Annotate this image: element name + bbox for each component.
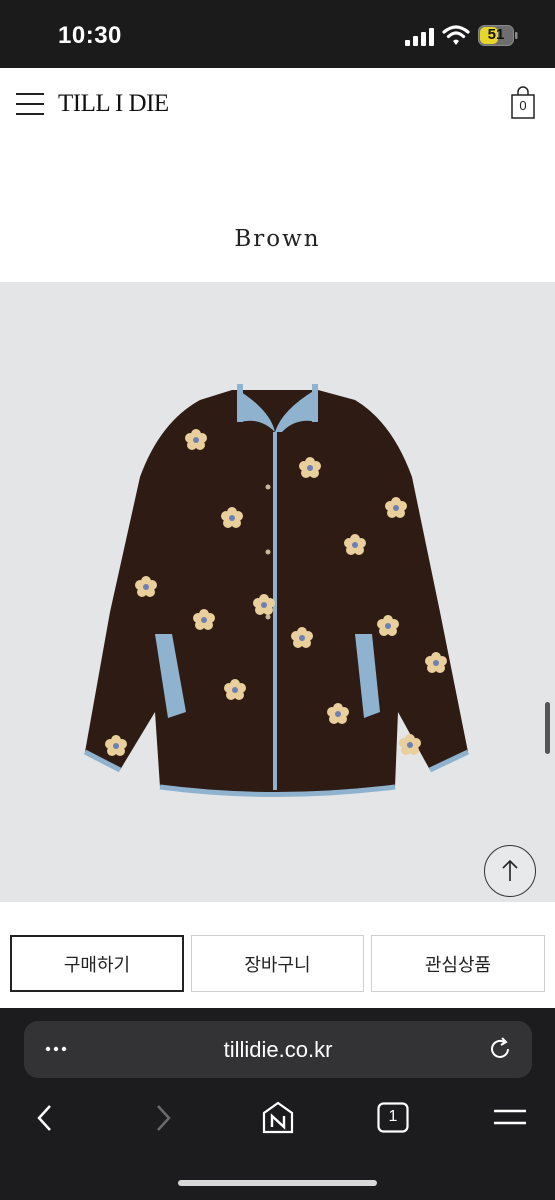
cart-count: 0	[519, 98, 527, 113]
status-time: 10:30	[58, 22, 122, 49]
floral-fleece-jacket-image	[83, 384, 470, 797]
url-text[interactable]: tillidie.co.kr	[24, 1037, 532, 1063]
address-bar[interactable]: tillidie.co.kr	[24, 1021, 532, 1078]
chevron-left-icon[interactable]	[26, 1098, 66, 1138]
brand-logo[interactable]: TILL I DIE	[58, 90, 169, 118]
scrollbar[interactable]	[545, 702, 550, 754]
hamburger-menu-icon[interactable]	[490, 1098, 530, 1138]
hamburger-menu-icon[interactable]	[16, 91, 44, 119]
product-color-label: Brown	[234, 226, 321, 252]
status-bar: 10:30 51	[0, 0, 555, 68]
tabs-count: 1	[388, 1108, 398, 1125]
buy-button[interactable]: 구매하기	[10, 935, 184, 992]
wifi-icon	[442, 25, 470, 45]
reload-icon[interactable]	[487, 1036, 513, 1062]
product-actions: 구매하기 장바구니 관심상품	[10, 935, 545, 992]
product-image	[0, 282, 555, 902]
battery-level: 51	[487, 26, 505, 43]
tabs-icon[interactable]: 1	[377, 1102, 409, 1134]
naver-home-icon[interactable]	[258, 1098, 298, 1138]
cellular-signal-icon	[405, 28, 434, 46]
chevron-right-icon[interactable]	[142, 1098, 182, 1138]
add-to-cart-button[interactable]: 장바구니	[191, 935, 364, 992]
battery-icon: 51	[478, 25, 518, 46]
wishlist-button[interactable]: 관심상품	[371, 935, 545, 992]
shopping-bag-icon[interactable]: 0	[510, 86, 536, 120]
browser-toolbar: tillidie.co.kr 1	[0, 1008, 555, 1200]
site-header: TILL I DIE 0	[0, 68, 555, 142]
arrow-up-icon[interactable]	[484, 845, 536, 897]
home-indicator[interactable]	[178, 1180, 377, 1186]
